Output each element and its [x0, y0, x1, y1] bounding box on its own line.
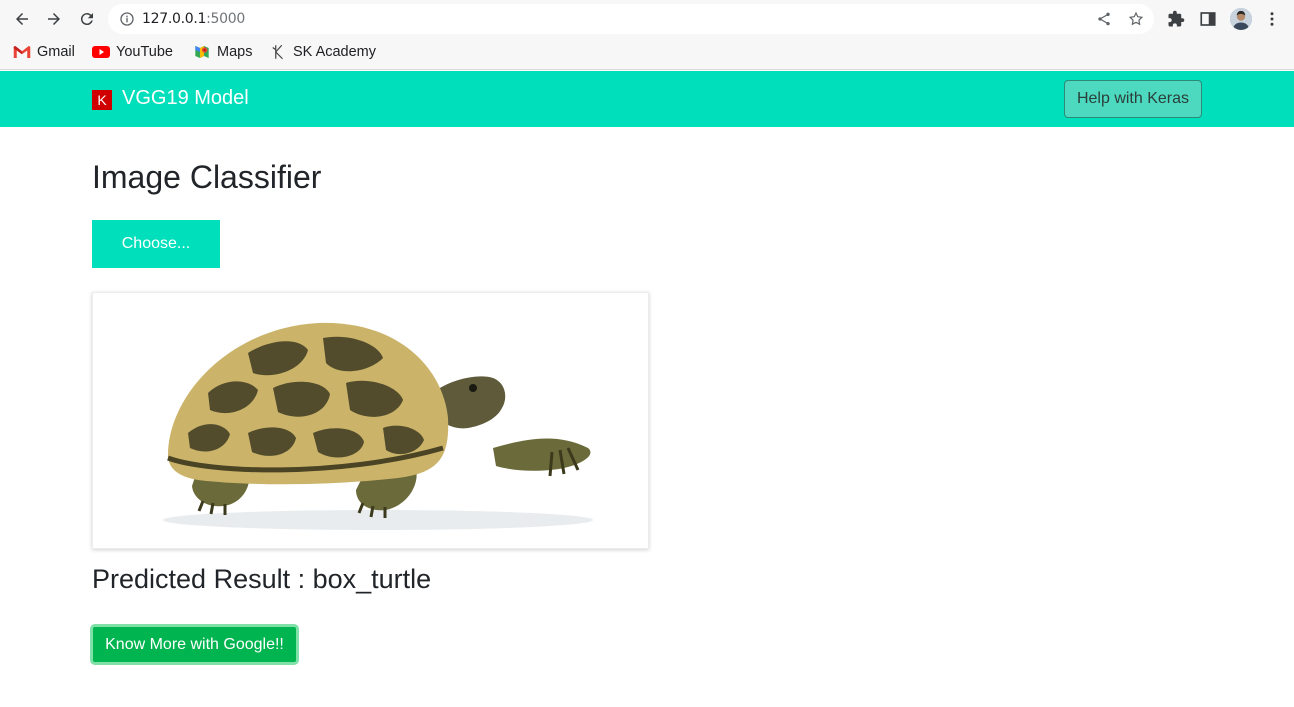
back-button[interactable] [11, 8, 33, 30]
bookmark-label: SK Academy [293, 44, 377, 60]
help-with-keras-button[interactable]: Help with Keras [1064, 80, 1202, 118]
url-port: :5000 [206, 11, 245, 27]
extensions-button[interactable] [1167, 10, 1185, 28]
brand-title[interactable]: VGG19 Model [122, 87, 249, 110]
person-icon [1230, 8, 1252, 30]
keras-logo-icon: K [92, 90, 112, 110]
side-panel-icon [1200, 12, 1216, 26]
bookmark-label: Gmail [37, 44, 75, 60]
url-host: 127.0.0.1 [142, 11, 207, 27]
image-preview [92, 292, 649, 549]
star-icon[interactable] [1128, 11, 1144, 27]
address-bar[interactable]: 127.0.0.1:5000 [108, 4, 1154, 34]
bookmark-label: YouTube [116, 44, 173, 60]
arrow-left-icon [16, 13, 28, 25]
puzzle-icon [1168, 10, 1185, 27]
page-title: Image Classifier [92, 159, 322, 195]
bookmarks-bar: Gmail YouTube Maps SK Academy [0, 40, 1294, 64]
url-text: 127.0.0.1:5000 [142, 11, 245, 27]
share-icon[interactable] [1096, 11, 1112, 27]
side-panel-button[interactable] [1199, 10, 1217, 28]
bookmark-gmail[interactable]: Gmail [13, 43, 75, 61]
info-icon[interactable] [119, 11, 135, 27]
forward-button[interactable] [43, 8, 65, 30]
turtle-illustration [163, 322, 593, 530]
reload-icon [80, 13, 93, 26]
profile-avatar[interactable] [1230, 8, 1252, 30]
maps-icon [193, 43, 211, 61]
browser-toolbar: 127.0.0.1:5000 Gmail YouTube Maps SK Aca… [0, 0, 1294, 70]
bookmark-label: Maps [217, 44, 253, 60]
arrow-right-icon [48, 13, 60, 25]
gmail-icon [13, 43, 31, 61]
know-more-google-button[interactable]: Know More with Google!! [90, 624, 299, 665]
bookmark-maps[interactable]: Maps [193, 43, 252, 61]
reload-button[interactable] [76, 8, 98, 30]
youtube-icon [92, 43, 110, 61]
app-navbar: K VGG19 Model Help with Keras [0, 71, 1294, 127]
predicted-result: Predicted Result : box_turtle [92, 564, 432, 594]
bookmark-youtube[interactable]: YouTube [92, 43, 173, 61]
menu-button[interactable] [1263, 10, 1281, 28]
sk-academy-icon [269, 43, 287, 61]
more-vert-icon [1270, 12, 1274, 26]
bookmark-sk-academy[interactable]: SK Academy [269, 43, 376, 61]
choose-file-button[interactable]: Choose... [92, 220, 220, 268]
turtle-image [98, 298, 643, 543]
